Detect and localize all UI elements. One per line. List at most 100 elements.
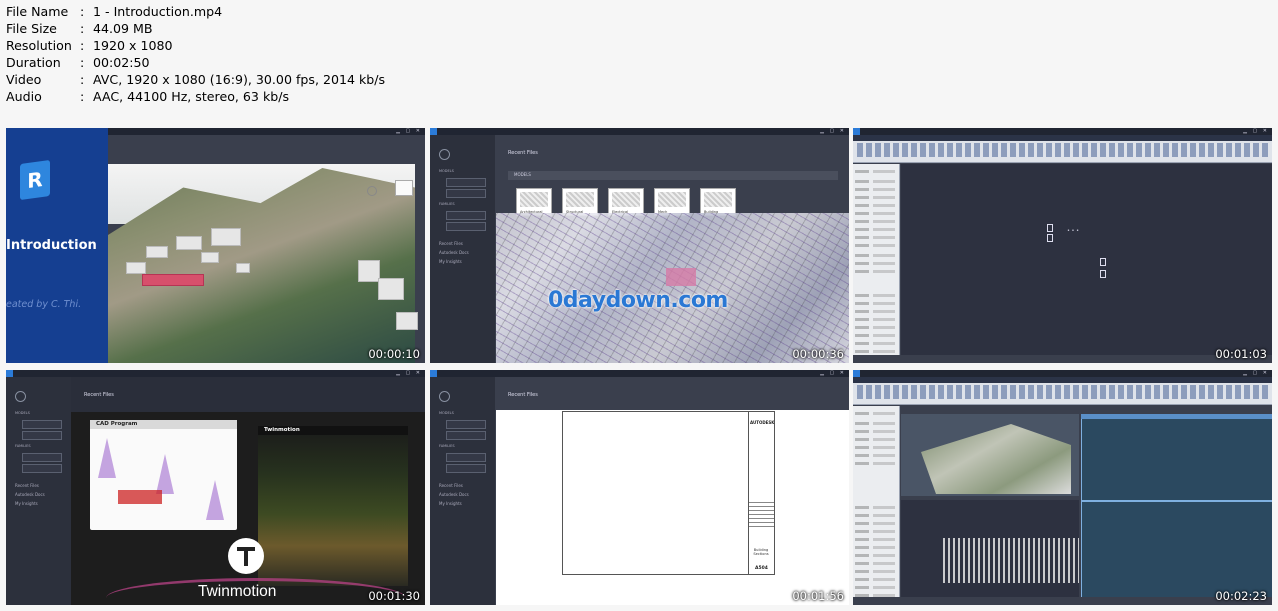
thumbnail-1[interactable]: ▁ ▢ ✕ R Introduction eated by C. Thi. 00… [6,128,425,363]
recent-files-nav: Recent Files [439,483,463,488]
model-preview [612,192,640,207]
browser-row [855,538,898,541]
model-preview [520,192,548,207]
window-controls: ▁ ▢ ✕ [820,370,846,376]
thumbnail-4[interactable]: ▁ ▢ ✕ MODELS FAMILIES Recent Files Autod… [6,370,425,605]
autodesk-docs-nav: Autodesk Docs [439,250,469,255]
properties-panel [853,164,900,361]
building-block [126,262,146,274]
info-value: 1 - Introduction.mp4 [93,4,223,19]
browser-row [855,334,898,337]
info-row-file-size: File Size : 44.09 MB [6,20,385,37]
info-separator: : [80,89,85,105]
highlighted-element [666,268,696,286]
twinmotion-title: Twinmotion [264,427,300,433]
browser-row [855,554,898,557]
building-block [396,312,418,330]
revit-app-icon [430,370,437,377]
info-row-file-name: File Name : 1 - Introduction.mp4 [6,3,385,20]
window-controls: ▁ ▢ ✕ [820,128,846,134]
browser-row [855,562,898,565]
property-row [855,244,898,247]
building-block [211,228,241,246]
open-family-button [22,453,62,462]
new-family-button [446,222,486,231]
home-header [71,377,425,417]
property-row [855,220,898,223]
info-value: AVC, 1920 x 1080 (16:9), 30.00 fps, 2014… [93,72,386,88]
recent-files-nav: Recent Files [439,241,463,246]
building-block [201,252,219,263]
building-block [176,236,202,250]
open-model-button [446,178,486,187]
my-insights-nav: My Insights [439,501,462,506]
property-row [855,212,898,215]
info-separator: : [80,38,85,54]
sheet-view-pane[interactable] [1081,414,1272,597]
info-key: Resolution [6,38,72,54]
ribbon-tabs [853,377,1272,383]
building-block [236,263,250,273]
browser-row [855,506,898,509]
ribbon-tool-icons [857,385,1268,399]
thumbnail-3[interactable]: ▁ ▢ ✕ • • • 00:01:03 [853,128,1272,363]
browser-row [855,294,898,297]
property-row [855,180,898,183]
families-section-label: FAMILIES [439,202,455,206]
sheet-number: A504 [755,566,768,571]
building-block [378,278,404,300]
info-separator: : [80,21,85,37]
models-section-label: MODELS [439,411,454,415]
drawing-canvas[interactable] [901,164,1272,355]
models-section-label: MODELS [15,411,30,415]
property-row [855,236,898,239]
model-card: Mech [654,188,690,216]
building-elevation [943,538,1079,583]
my-insights-nav: My Insights [439,259,462,264]
open-family-button [446,453,486,462]
thumbnail-2[interactable]: ▁ ▢ ✕ MODELS FAMILIES Recent Files Autod… [430,128,849,363]
twinmotion-render-panel [258,426,408,586]
property-row [855,228,898,231]
3d-view-pane[interactable] [901,414,1079,496]
building-block [146,246,168,258]
revit-app-icon [430,128,437,135]
thumbnail-5[interactable]: ▁ ▢ ✕ MODELS FAMILIES Recent Files Autod… [430,370,849,605]
property-row [855,204,898,207]
building-block [358,260,380,282]
browser-row [855,310,898,313]
revision-table [749,500,774,530]
thumbnail-6[interactable]: ▁ ▢ ✕ 00:02:23 [853,370,1272,605]
property-row [855,446,898,449]
active-view-titlebar [1081,414,1272,419]
window-titlebar [430,128,849,135]
property-row [855,170,898,173]
property-row [855,254,898,257]
model-card: Building [700,188,736,216]
model-card: Architectural [516,188,552,216]
info-value: AAC, 44100 Hz, stereo, 63 kb/s [93,89,290,105]
browser-row [855,530,898,533]
model-preview [658,192,686,207]
timestamp: 00:01:03 [1215,347,1267,361]
my-insights-nav: My Insights [15,501,38,506]
browser-row [855,514,898,517]
status-bar [853,355,1272,363]
info-key: Audio [6,89,42,105]
browser-row [855,350,898,353]
home-sidebar: MODELS FAMILIES Recent Files Autodesk Do… [430,377,495,605]
revit-app-icon [853,128,860,135]
browser-row [855,318,898,321]
browser-row [855,342,898,345]
elevation-marker-icon [1100,258,1106,266]
globe-icon [367,186,377,196]
browser-row [855,326,898,329]
timestamp: 00:01:56 [792,589,844,603]
families-section-label: FAMILIES [439,444,455,448]
ribbon-toolbar [853,377,1272,405]
info-separator: : [80,72,85,88]
autodesk-docs-nav: Autodesk Docs [15,492,45,497]
info-key: File Name [6,4,69,19]
elevation-marker-icon [1047,224,1053,232]
home-sidebar: MODELS FAMILIES Recent Files Autodesk Do… [430,135,495,363]
